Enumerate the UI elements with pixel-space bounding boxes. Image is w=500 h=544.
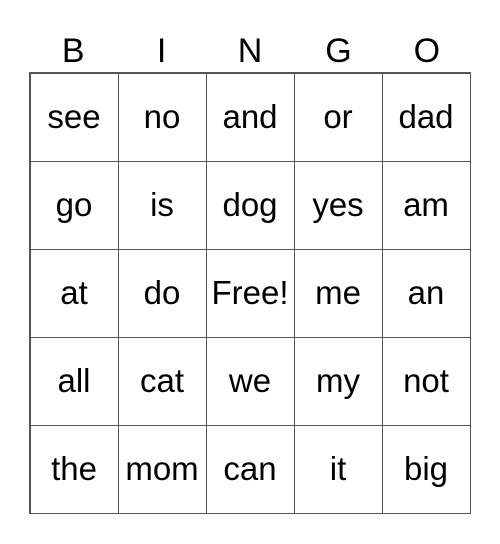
bingo-header: B I N G O bbox=[29, 30, 471, 72]
bingo-grid: see no and or dad go is dog yes am at do… bbox=[29, 72, 471, 514]
bingo-cell: am bbox=[381, 160, 471, 250]
bingo-cell: and bbox=[205, 72, 295, 162]
header-letter-o: O bbox=[413, 32, 441, 70]
header-letter-n: N bbox=[237, 32, 263, 70]
bingo-cell: cat bbox=[117, 336, 207, 426]
bingo-cell: go bbox=[29, 160, 119, 250]
header-letter-g: G bbox=[325, 32, 352, 70]
bingo-cell: at bbox=[29, 248, 119, 338]
free-space-cell: Free! bbox=[205, 248, 295, 338]
bingo-cell: all bbox=[29, 336, 119, 426]
bingo-cell: do bbox=[117, 248, 207, 338]
bingo-cell: we bbox=[205, 336, 295, 426]
bingo-cell: mom bbox=[117, 424, 207, 514]
bingo-cell: or bbox=[293, 72, 383, 162]
bingo-cell: dog bbox=[205, 160, 295, 250]
bingo-cell: me bbox=[293, 248, 383, 338]
bingo-cell: it bbox=[293, 424, 383, 514]
bingo-cell: no bbox=[117, 72, 207, 162]
bingo-cell: my bbox=[293, 336, 383, 426]
bingo-cell: an bbox=[381, 248, 471, 338]
header-letter-b: B bbox=[61, 32, 85, 70]
bingo-cell: the bbox=[29, 424, 119, 514]
bingo-cell: see bbox=[29, 72, 119, 162]
bingo-cell: yes bbox=[293, 160, 383, 250]
bingo-cell: not bbox=[381, 336, 471, 426]
bingo-cell: can bbox=[205, 424, 295, 514]
bingo-cell: big bbox=[381, 424, 471, 514]
header-letter-i: I bbox=[156, 32, 167, 70]
bingo-cell: dad bbox=[381, 72, 471, 162]
bingo-cell: is bbox=[117, 160, 207, 250]
